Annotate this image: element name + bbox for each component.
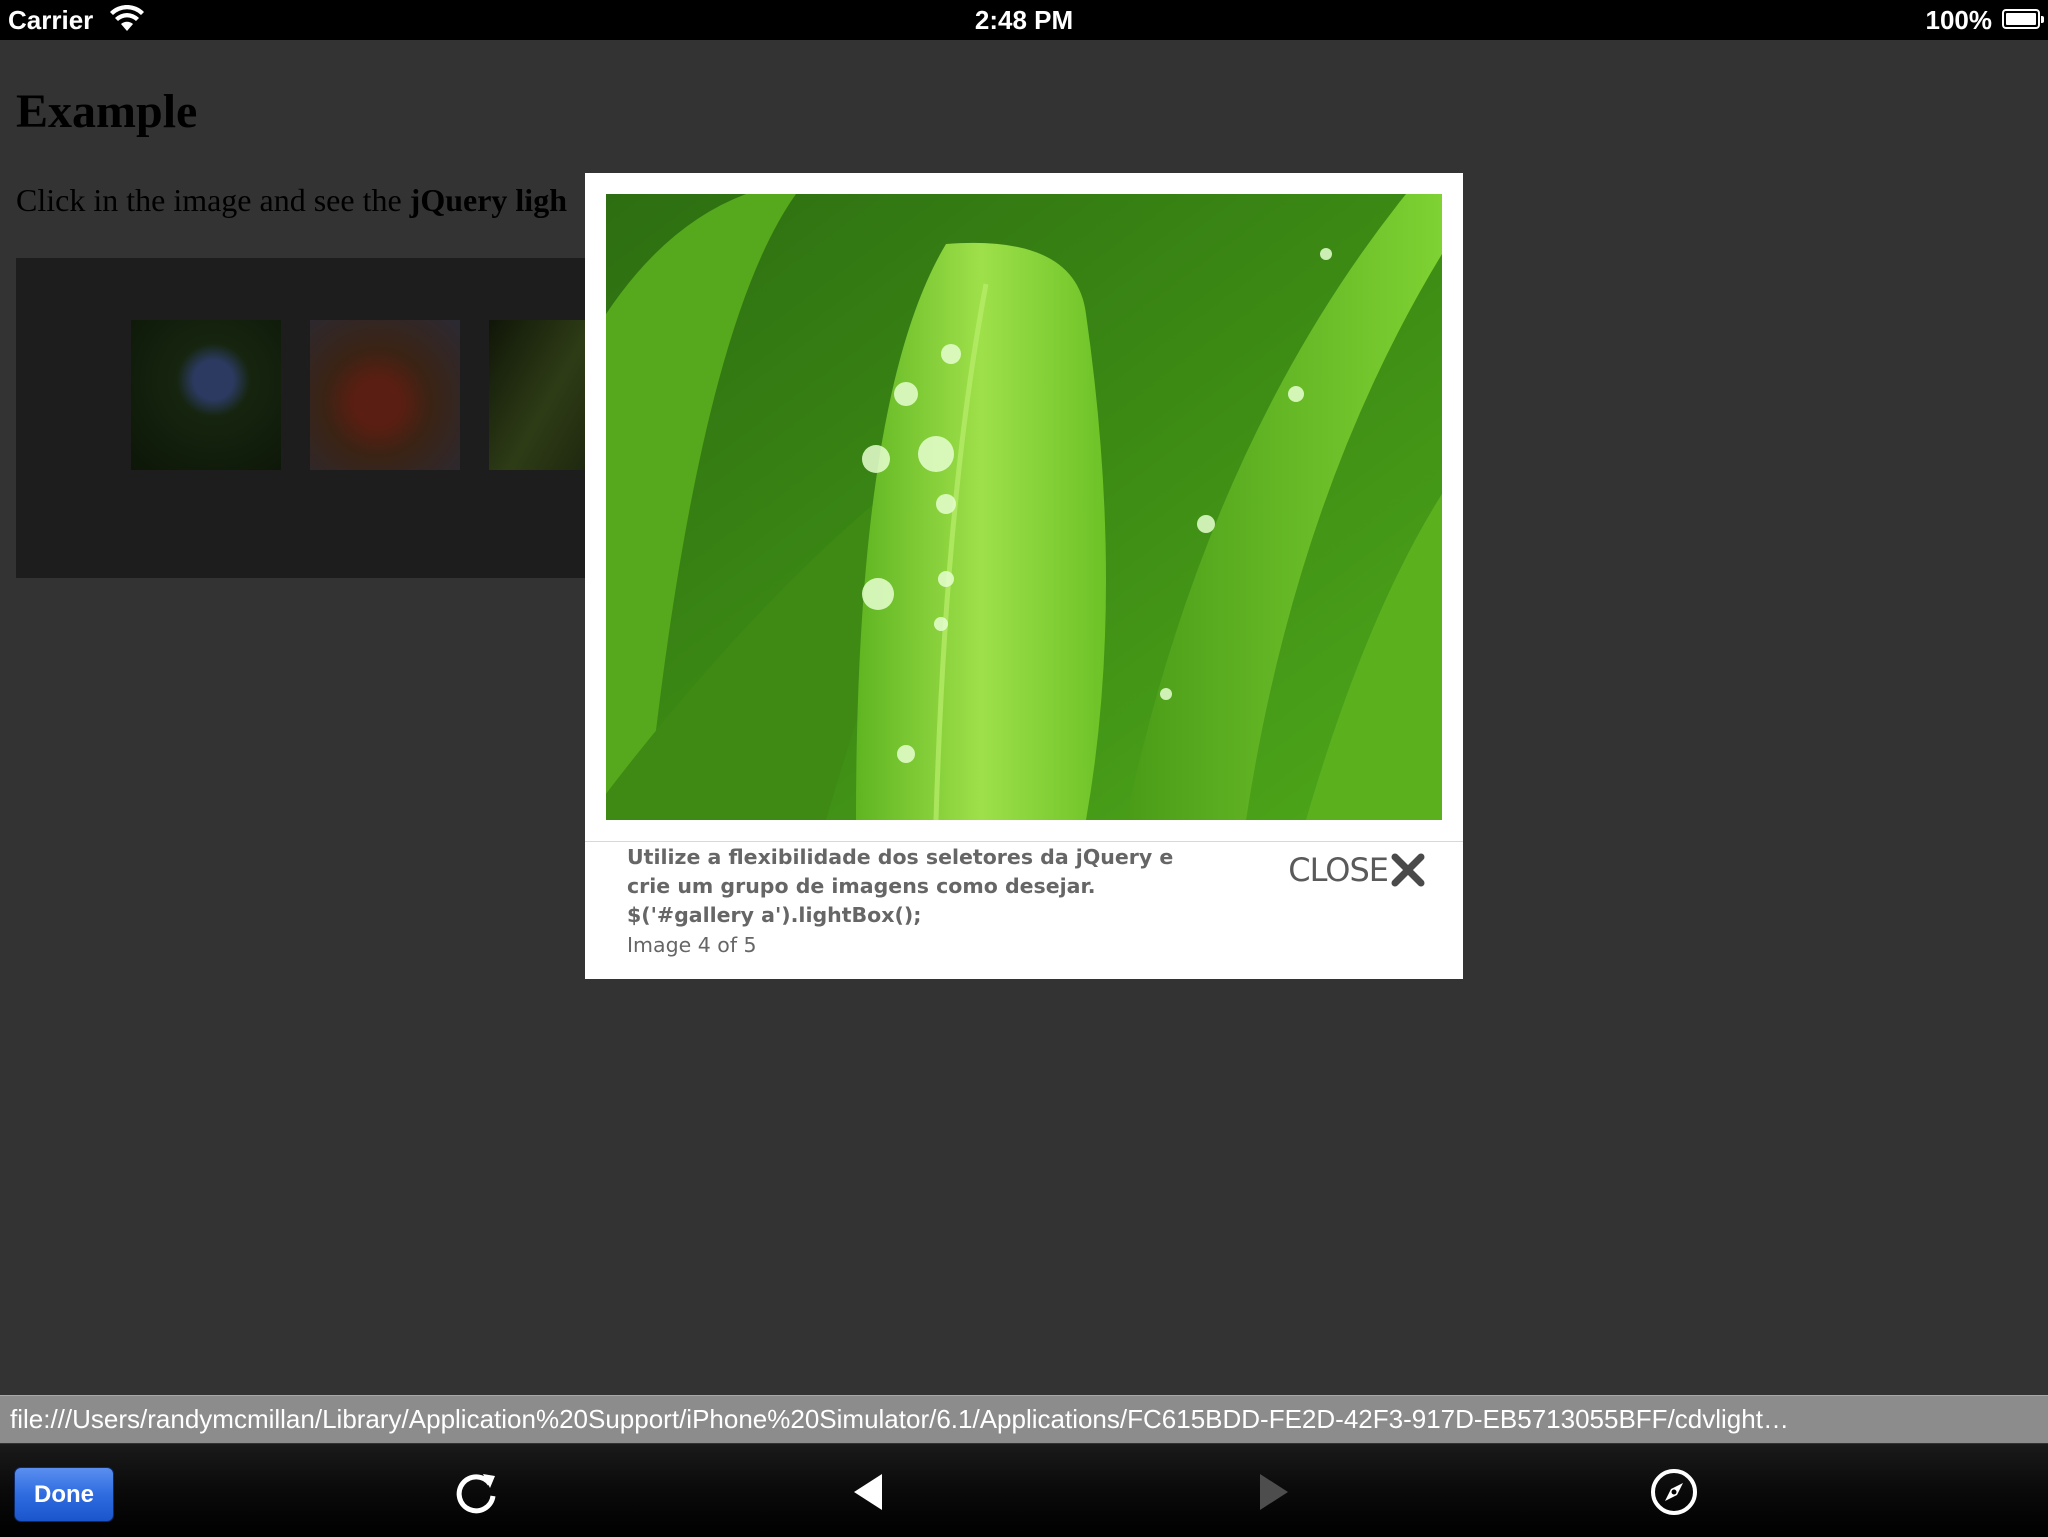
caption-line: crie um grupo de imagens como desejar. bbox=[627, 874, 1096, 898]
url-text: file:///Users/randymcmillan/Library/Appl… bbox=[10, 1404, 1789, 1434]
battery-icon bbox=[2002, 9, 2044, 29]
image-caption: Utilize a flexibilidade dos seletores da… bbox=[627, 843, 1187, 930]
image-counter: Image 4 of 5 bbox=[627, 933, 757, 957]
status-bar: Carrier 2:48 PM 100% bbox=[0, 0, 2048, 40]
close-label: CLOSE bbox=[1288, 851, 1389, 889]
forward-icon[interactable] bbox=[1246, 1466, 1298, 1518]
gallery-thumbnail[interactable] bbox=[131, 320, 281, 470]
url-bar: file:///Users/randymcmillan/Library/Appl… bbox=[0, 1395, 2048, 1444]
done-button[interactable]: Done bbox=[14, 1467, 114, 1522]
reload-icon[interactable] bbox=[450, 1466, 502, 1518]
clock: 2:48 PM bbox=[974, 5, 1074, 35]
gallery-thumbnail[interactable] bbox=[310, 320, 460, 470]
intro-text: Click in the image and see the bbox=[16, 182, 410, 218]
bottom-toolbar: Done bbox=[0, 1443, 2048, 1537]
caption-line: Utilize a flexibilidade dos seletores da… bbox=[627, 845, 1174, 869]
safari-compass-icon[interactable] bbox=[1648, 1466, 1700, 1518]
intro-bold: jQuery ligh bbox=[409, 182, 567, 218]
battery-percent: 100% bbox=[1925, 5, 1993, 35]
intro-paragraph: Click in the image and see the jQuery li… bbox=[16, 182, 567, 219]
lightbox-dialog: Utilize a flexibilidade dos seletores da… bbox=[585, 173, 1463, 979]
close-button[interactable]: CLOSE bbox=[1288, 849, 1425, 891]
lightbox-image[interactable] bbox=[606, 194, 1442, 820]
close-icon bbox=[1391, 853, 1425, 887]
back-icon[interactable] bbox=[844, 1466, 896, 1518]
page-title: Example bbox=[16, 85, 198, 138]
caption-code: $('#gallery a').lightBox(); bbox=[627, 903, 922, 927]
divider bbox=[585, 841, 1463, 842]
